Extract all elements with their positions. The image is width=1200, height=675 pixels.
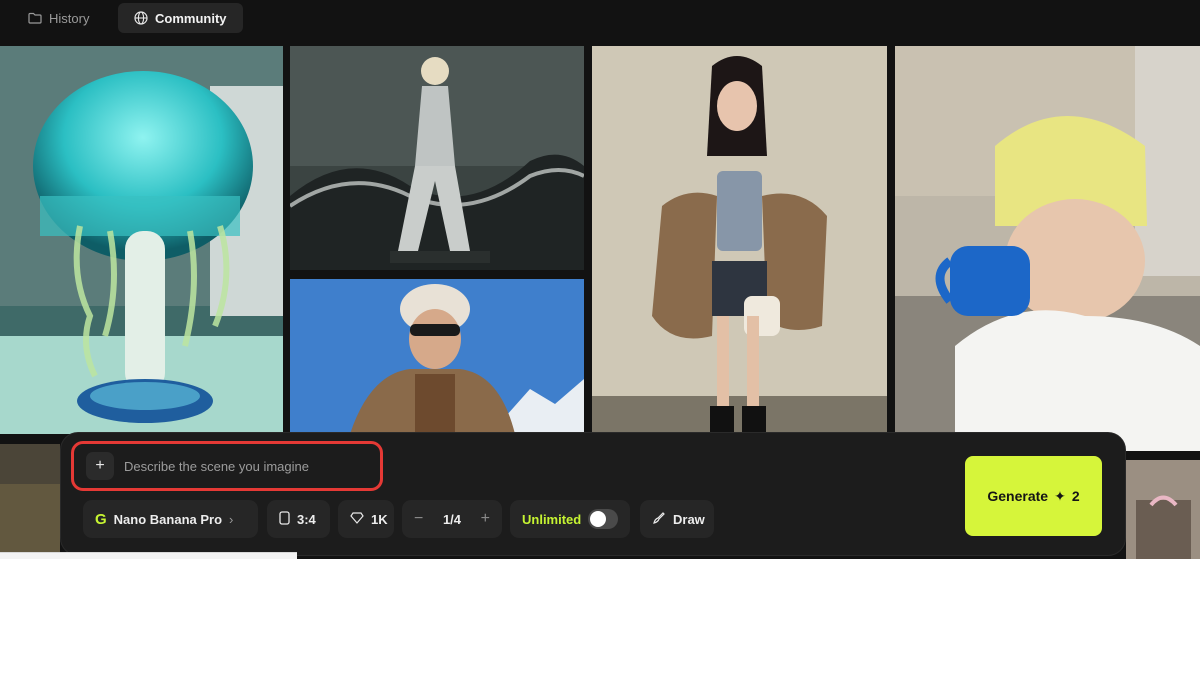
chevron-right-icon: › — [229, 511, 234, 527]
gallery-image-corset-woman[interactable] — [592, 46, 887, 434]
unlimited-toggle[interactable]: Unlimited — [510, 500, 630, 538]
plus-icon[interactable]: + — [481, 510, 490, 528]
draw-label: Draw — [673, 511, 705, 527]
aspect-ratio-icon — [279, 510, 290, 528]
tab-community[interactable]: Community — [118, 3, 243, 33]
model-name: Nano Banana Pro — [113, 511, 223, 527]
gallery-image-beanie-woman[interactable] — [290, 279, 584, 434]
add-attachment-button[interactable]: + — [86, 452, 114, 480]
tab-history-label: History — [49, 10, 90, 26]
diamond-icon — [350, 511, 364, 527]
gallery-image-silver-figure[interactable] — [290, 46, 584, 270]
prompt-composer: + G Nano Banana Pro › 3:4 1K − 1/4 + — [60, 432, 1126, 556]
model-logo-icon: G — [95, 510, 107, 528]
gallery-image-partial-left[interactable] — [0, 444, 60, 559]
quality-button[interactable]: 1K — [338, 500, 394, 538]
minus-icon[interactable]: − — [414, 510, 423, 528]
gallery-image-partial-right[interactable] — [1126, 460, 1200, 559]
tab-community-label: Community — [155, 10, 227, 26]
sparkle-icon: ✦ — [1054, 487, 1066, 504]
globe-icon — [134, 11, 148, 25]
tab-history[interactable]: History — [16, 3, 101, 33]
model-selector[interactable]: G Nano Banana Pro › — [83, 500, 258, 538]
generate-cost: 2 — [1071, 488, 1080, 504]
generate-label: Generate — [987, 488, 1049, 504]
gallery-image-jellyfish-lamp[interactable] — [0, 46, 283, 434]
prompt-input[interactable] — [124, 458, 364, 474]
brush-icon — [652, 511, 666, 528]
plus-icon: + — [95, 457, 105, 474]
image-count-stepper: − 1/4 + — [402, 500, 502, 538]
generate-button[interactable]: Generate ✦ 2 — [965, 456, 1102, 536]
tooltip-strip — [0, 552, 297, 559]
toggle-knob — [590, 511, 607, 527]
aspect-ratio-button[interactable]: 3:4 — [267, 500, 330, 538]
folder-icon — [28, 12, 42, 24]
toggle-switch[interactable] — [588, 509, 618, 529]
aspect-ratio-value: 3:4 — [297, 511, 316, 527]
gallery-image-yellow-beanie-man[interactable] — [895, 46, 1200, 451]
app-window: History Community + Describe the scene y… — [0, 0, 1200, 559]
prompt-row: + — [71, 441, 383, 491]
quality-value: 1K — [371, 511, 388, 527]
image-count-value: 1/4 — [442, 511, 462, 527]
top-tab-bar: History Community — [0, 0, 1200, 46]
unlimited-label: Unlimited — [522, 511, 582, 527]
draw-button[interactable]: Draw — [640, 500, 714, 538]
